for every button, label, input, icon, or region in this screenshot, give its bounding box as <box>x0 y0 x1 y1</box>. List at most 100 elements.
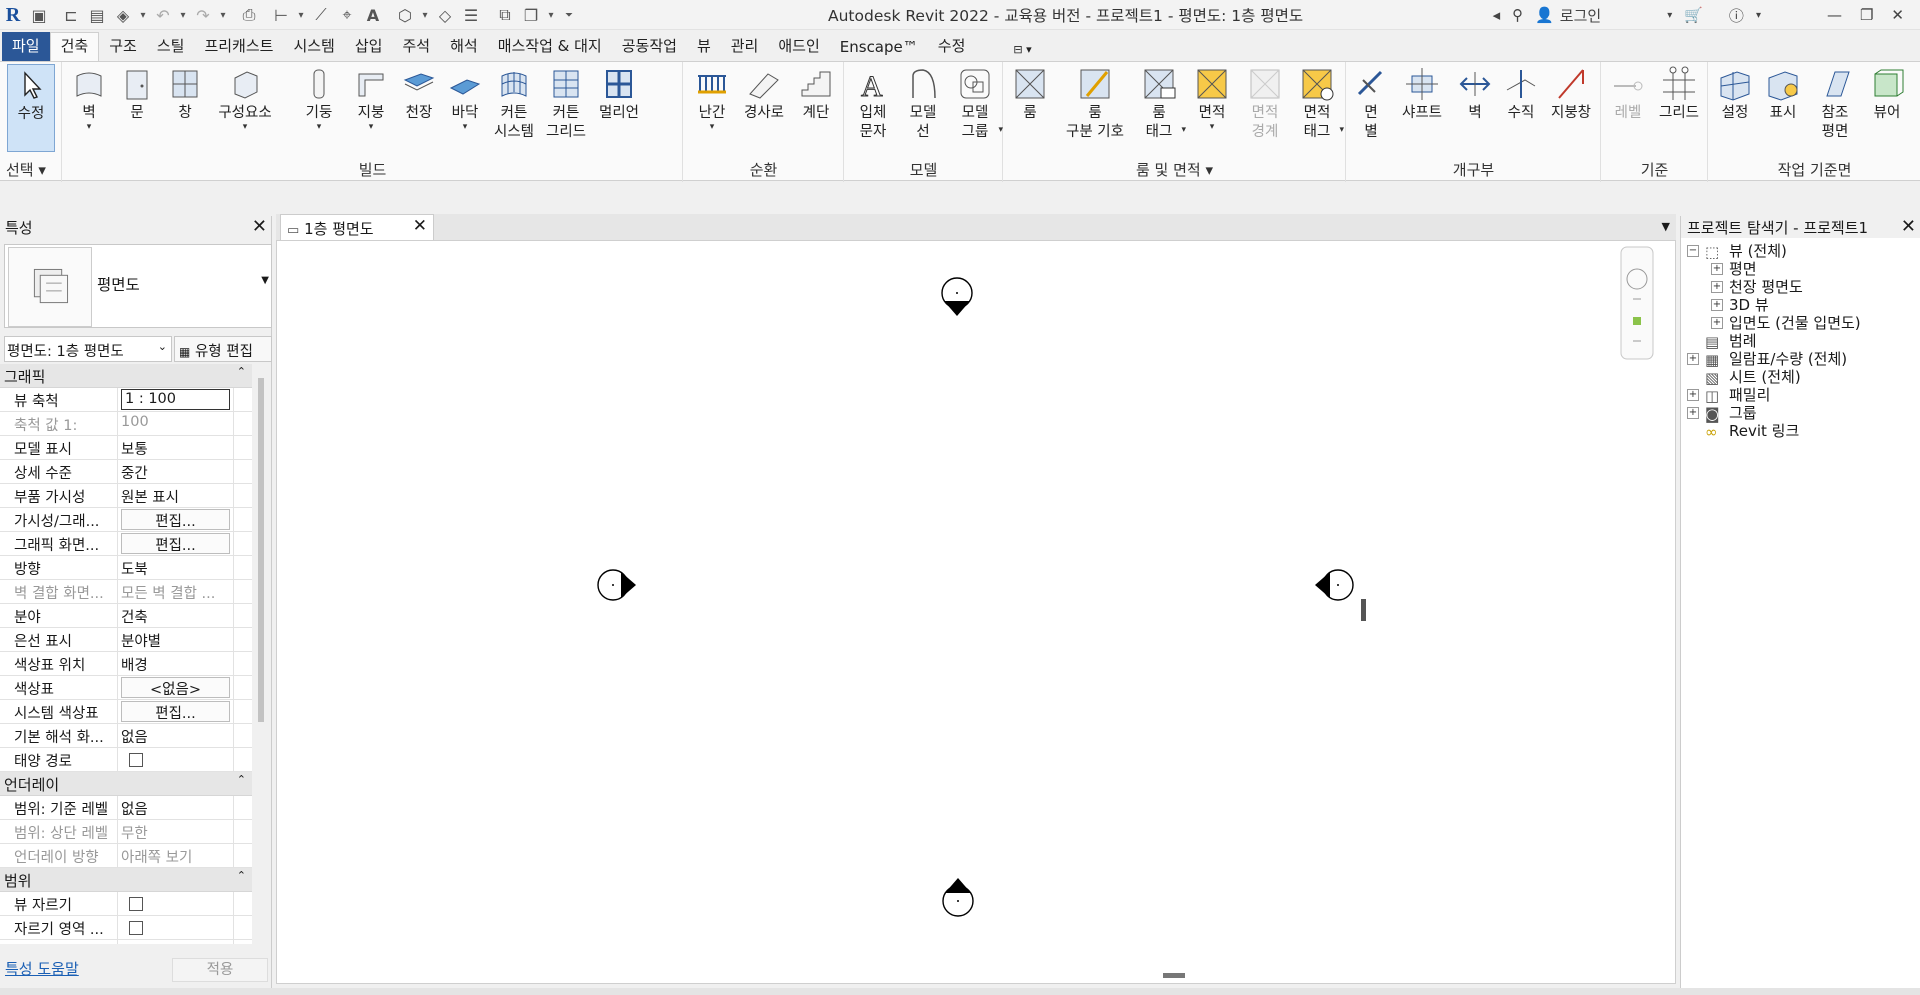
mullion-button[interactable]: 멀리언 <box>595 66 643 123</box>
chevron-down-icon[interactable]: ▾ <box>1756 10 1761 21</box>
property-value[interactable]: 건축 <box>118 604 234 627</box>
component-button[interactable]: 구성요소 ▾ <box>213 66 277 132</box>
help-icon[interactable]: ⓘ <box>1729 5 1744 26</box>
cart-icon[interactable]: 🛒 <box>1684 6 1703 24</box>
door-button[interactable]: 문 <box>115 66 159 123</box>
curtain-grid-button[interactable]: 커튼 그리드 <box>541 66 591 142</box>
property-input[interactable]: 1 : 100 <box>121 389 230 410</box>
property-value[interactable]: 편집... <box>118 508 234 531</box>
collapse-icon[interactable]: ⌃ <box>237 365 246 378</box>
tab-architecture[interactable]: 건축 <box>49 32 100 61</box>
room-separator-button[interactable]: 룸 구분 기호 <box>1060 66 1130 142</box>
wall-opening-button[interactable]: 벽 <box>1455 66 1495 123</box>
sync-icon[interactable]: ◈ <box>110 2 136 28</box>
close-hidden-icon[interactable]: ⧉ <box>492 2 518 28</box>
curtain-system-button[interactable]: 커튼 시스템 <box>489 66 539 142</box>
property-value[interactable]: 편집... <box>118 700 234 723</box>
expand-icon[interactable]: + <box>1711 262 1723 275</box>
ceiling-button[interactable]: 천장 <box>397 66 441 123</box>
open-icon[interactable]: ⊏ <box>58 2 84 28</box>
apply-button[interactable]: 적용 <box>172 958 268 982</box>
vertical-opening-button[interactable]: 수직 <box>1501 66 1541 123</box>
north-elevation-marker[interactable] <box>941 277 973 316</box>
properties-help-link[interactable]: 특성 도움말 <box>5 958 79 979</box>
chevron-down-icon[interactable]: ▾ <box>216 2 230 28</box>
close-icon[interactable]: ✕ <box>252 216 267 237</box>
property-group-header[interactable]: 그래픽 ⌃ <box>0 364 252 388</box>
tab-manage[interactable]: 관리 <box>721 33 769 61</box>
room-button[interactable]: 룸 <box>1008 66 1052 123</box>
chevron-down-icon[interactable]: ▾ <box>136 2 150 28</box>
by-face-button[interactable]: 면 별 <box>1351 66 1391 142</box>
property-edit-button[interactable]: <없음> <box>121 677 230 698</box>
property-value[interactable]: 없음 <box>118 724 234 747</box>
vertical-scroll-indicator[interactable] <box>1361 599 1366 621</box>
railing-button[interactable]: 난간 ▾ <box>690 66 734 132</box>
model-line-button[interactable]: 모델 선 <box>901 66 945 142</box>
model-text-button[interactable]: A 입체 문자 <box>851 66 895 142</box>
horizontal-scroll-indicator[interactable] <box>1163 973 1185 978</box>
level-button[interactable]: 레벨 <box>1606 66 1650 123</box>
west-elevation-marker[interactable] <box>597 569 636 601</box>
chevron-down-icon[interactable]: ▾ <box>418 2 432 28</box>
set-workplane-button[interactable]: 설정 <box>1713 66 1757 123</box>
workplane-viewer-button[interactable]: 뷰어 <box>1865 66 1909 123</box>
tab-precast[interactable]: 프리캐스트 <box>194 33 283 61</box>
collapse-icon[interactable]: ⌃ <box>237 773 246 786</box>
close-icon[interactable]: ✕ <box>1891 6 1904 24</box>
property-value[interactable]: 배경 <box>118 652 234 675</box>
reference-plane-button[interactable]: 참조 평면 <box>1809 66 1861 142</box>
undo-icon[interactable]: ↶ <box>150 2 176 28</box>
wall-button[interactable]: 벽 ▾ <box>67 66 111 132</box>
3d-view-icon[interactable]: ⬡ <box>392 2 418 28</box>
scrollbar-thumb[interactable] <box>258 378 264 722</box>
tab-enscape[interactable]: Enscape™ <box>830 36 928 61</box>
property-value[interactable] <box>118 892 234 915</box>
chevron-down-icon[interactable]: ▾ <box>294 2 308 28</box>
property-checkbox[interactable] <box>129 753 143 767</box>
switch-windows-icon[interactable]: ❐ <box>518 2 544 28</box>
chevron-down-icon[interactable]: ▾ <box>544 2 558 28</box>
ribbon-minimize-toggle[interactable]: ⊟ ▾ <box>1003 41 1041 61</box>
property-group-header[interactable]: 언더레이 ⌃ <box>0 772 252 796</box>
east-elevation-marker[interactable] <box>1315 569 1354 601</box>
print-icon[interactable]: ⎙ <box>236 2 262 28</box>
property-value[interactable] <box>118 748 234 771</box>
show-workplane-button[interactable]: 표시 <box>1761 66 1805 123</box>
tab-view[interactable]: 뷰 <box>687 33 721 61</box>
room-area-panel-title[interactable]: 룸 및 면적 ▾ <box>1004 159 1345 180</box>
property-checkbox[interactable] <box>129 921 143 935</box>
collapse-icon[interactable]: ⌃ <box>237 869 246 882</box>
tab-insert[interactable]: 삽입 <box>345 33 393 61</box>
tab-massing-site[interactable]: 매스작업 & 대지 <box>488 33 612 61</box>
stair-button[interactable]: 계단 <box>794 66 838 123</box>
section-icon[interactable]: ◇ <box>432 2 458 28</box>
property-edit-button[interactable]: 편집... <box>121 509 230 530</box>
text-icon[interactable]: A <box>360 2 386 28</box>
expand-icon[interactable]: + <box>1687 388 1699 401</box>
type-selector[interactable]: 평면도 ▼ <box>4 244 272 328</box>
view-tab-level1-plan[interactable]: ▭ 1층 평면도 ✕ <box>280 214 434 240</box>
instance-filter-dropdown[interactable]: 평면도: 1층 평면도 ⌄ <box>4 336 172 362</box>
close-icon[interactable]: ✕ <box>1901 216 1916 237</box>
tab-modify[interactable]: 수정 <box>928 33 976 61</box>
property-edit-button[interactable]: 편집... <box>121 701 230 722</box>
property-value[interactable]: 원본 표시 <box>118 484 234 507</box>
property-value[interactable]: 편집... <box>118 532 234 555</box>
user-icon[interactable]: 👤 <box>1535 6 1554 24</box>
navigation-bar[interactable] <box>1620 246 1654 360</box>
customize-qat-icon[interactable]: ⏷ <box>562 2 576 28</box>
expand-icon[interactable]: + <box>1687 352 1699 365</box>
property-checkbox[interactable] <box>129 897 143 911</box>
roof-button[interactable]: 지붕 ▾ <box>349 66 393 132</box>
home-icon[interactable]: ▣ <box>26 2 52 28</box>
property-value[interactable]: 보통 <box>118 436 234 459</box>
browser-node[interactable]: ∞ Revit 링크 <box>1687 420 1799 441</box>
redo-icon[interactable]: ↷ <box>190 2 216 28</box>
edit-type-button[interactable]: ▦ 유형 편집 <box>174 336 272 362</box>
tab-menu-chevron-icon[interactable]: ▼ <box>1662 220 1670 233</box>
property-value[interactable]: 분야별 <box>118 628 234 651</box>
room-tag-button[interactable]: 룸 태그 ▾ <box>1134 66 1186 142</box>
property-value[interactable] <box>118 940 234 944</box>
tab-annotate[interactable]: 주석 <box>392 33 440 61</box>
